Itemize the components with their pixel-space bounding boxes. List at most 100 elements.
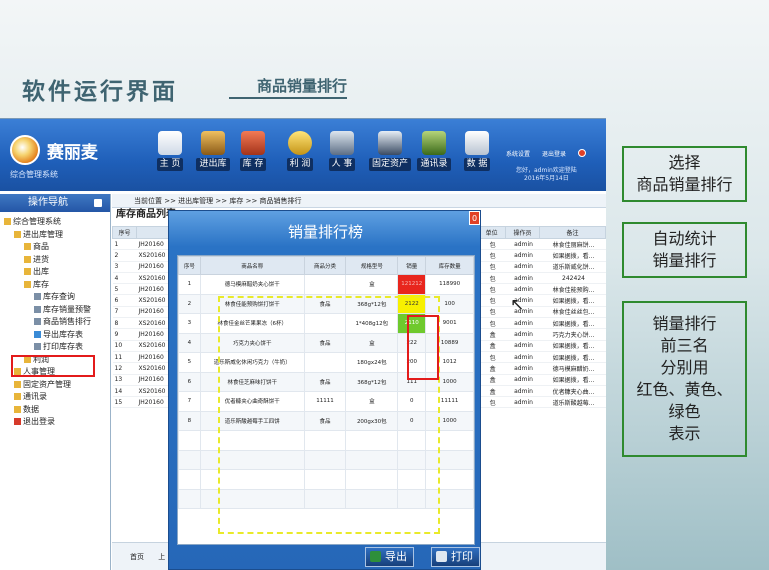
print-button[interactable]: 打印 (431, 547, 480, 567)
table-cell: admin (505, 351, 540, 364)
brand-logo-icon (10, 135, 40, 165)
tree-item[interactable]: 固定资产管理 (4, 379, 110, 392)
computer-icon (378, 131, 402, 155)
ranking-column-header[interactable]: 销量 (397, 256, 427, 275)
tree-item[interactable]: 库存 (4, 279, 110, 292)
breadcrumb: 当前位置 >> 进出库管理 >> 库存 >> 商品销售排行 (112, 194, 606, 208)
ranking-cell: 118990 (425, 274, 474, 295)
nav-label: 进出库 (196, 158, 230, 171)
column-header[interactable]: 序号 (112, 226, 137, 239)
tree-item-label: 退出登录 (23, 417, 55, 426)
export-button[interactable]: 导出 (365, 547, 414, 567)
export-icon (34, 330, 41, 338)
ranking-column-header[interactable]: 商品分类 (303, 256, 347, 275)
system-settings-link[interactable]: 系统设置 (506, 151, 530, 158)
doc-icon (34, 293, 41, 300)
home-icon (158, 131, 182, 155)
sales-cell: 121212 (397, 274, 427, 295)
folder-icon (14, 405, 21, 413)
printer-icon (436, 551, 447, 562)
folder-icon (24, 268, 31, 275)
nav-stock[interactable]: 库 存 (233, 131, 273, 183)
nav-label: 库 存 (239, 158, 267, 171)
breadcrumb-text: 当前位置 >> 进出库管理 >> 库存 >> 商品销售排行 (134, 197, 302, 205)
nav-hr[interactable]: 人 事 (322, 131, 362, 183)
callout-select-text: 选择 商品销量排行 (636, 153, 733, 194)
tree-item-label: 打印库存表 (43, 342, 83, 351)
column-header[interactable]: 备注 (539, 226, 606, 239)
folder-icon (24, 255, 31, 263)
sidebar-title: 操作导航 (28, 197, 68, 208)
ranking-cell (303, 274, 347, 295)
doc-icon (34, 318, 41, 325)
column-header[interactable]: 操作员 (505, 226, 541, 239)
ranking-column-header[interactable]: 序号 (178, 256, 201, 275)
tree-item[interactable]: 进出库管理 (4, 229, 110, 242)
table-cell: admin (505, 374, 540, 386)
tree-item-label: 库存销量预警 (43, 304, 91, 314)
tree-item[interactable]: 库存查询 (4, 291, 110, 304)
ranking-column-header[interactable]: 库存数量 (425, 256, 474, 275)
tree-item[interactable]: 进货 (4, 254, 110, 267)
ranking-cell: 6 (178, 371, 201, 392)
ranking-column-header[interactable]: 商品名称 (199, 256, 305, 275)
callout-auto: 自动统计 销量排行 (622, 222, 747, 278)
tree-item[interactable]: 数据 (4, 404, 110, 417)
tree-item[interactable]: 退出登录 (4, 416, 110, 429)
close-button[interactable]: 0 (469, 211, 480, 225)
tree-item[interactable]: 商品 (4, 241, 110, 254)
nav-profit[interactable]: 利 润 (280, 131, 320, 183)
nav-contacts[interactable]: 通讯录 (417, 131, 451, 183)
nav-data[interactable]: 数 据 (460, 131, 494, 183)
tree-item-label: 库存查询 (43, 292, 75, 301)
top-links: 系统设置 退出登录 (506, 149, 596, 158)
table-cell: admin (505, 283, 540, 296)
tree-item[interactable]: 打印库存表 (4, 341, 110, 354)
table-cell: admin (505, 249, 540, 262)
nav-label: 通讯录 (417, 158, 451, 171)
table-cell: 如果据拨，看... (539, 249, 606, 262)
ranking-cell: 盒 (345, 274, 399, 295)
tree-item-label: 库存 (33, 279, 49, 289)
table-cell: 优者糠夹心曲... (539, 385, 606, 398)
table-cell: 包 (477, 283, 506, 296)
table-cell: admin (505, 340, 540, 352)
tree-item[interactable]: 通讯录 (4, 391, 110, 404)
ranking-cell: 2 (178, 293, 201, 314)
logout-icon[interactable] (577, 149, 586, 157)
tree-item-label: 数据 (23, 404, 39, 414)
table-cell: 7 (112, 306, 137, 319)
table-cell: 道乐斯酸越莓... (539, 396, 606, 409)
prev-page-link[interactable]: 上 (158, 553, 165, 561)
logout-link[interactable]: 退出登录 (542, 151, 566, 158)
address-book-icon (422, 131, 446, 155)
tree-item-label: 综合管理系统 (13, 217, 61, 226)
tree-item[interactable]: 出库 (4, 266, 110, 279)
tree-item-label: 固定资产管理 (23, 379, 71, 389)
first-page-link[interactable]: 首页 (130, 553, 144, 561)
ranking-row[interactable]: 1 德马模麻醋奶夹心饼干 盒 121212 118990 (178, 274, 474, 295)
nav-label: 主 页 (156, 158, 184, 171)
nav-home[interactable]: 主 页 (150, 131, 190, 183)
nav-assets[interactable]: 固定资产 (368, 131, 412, 183)
table-cell: 道乐斯威化饼... (539, 261, 606, 273)
ranking-cell: 德马模麻醋奶夹心饼干 (199, 274, 305, 295)
table-cell: 包 (477, 294, 506, 307)
folder-icon (14, 393, 21, 400)
table-cell: 林食佳能预购... (539, 283, 606, 296)
nav-label: 人 事 (328, 158, 356, 171)
table-cell: 林食佳丝丝包... (539, 306, 606, 319)
pin-icon[interactable] (94, 199, 102, 207)
table-cell: 13 (112, 374, 137, 386)
tree-item-label: 通讯录 (23, 392, 47, 401)
tree-item[interactable]: 商品销售排行 (4, 316, 110, 329)
tree-item[interactable]: 库存销量预警 (4, 304, 110, 317)
folder-icon (24, 243, 31, 250)
tree-item-label: 商品 (33, 242, 49, 251)
tree-item[interactable]: 综合管理系统 (4, 216, 110, 229)
callout-colors-text: 销量排行 前三名 分别用 红色、黄色、 绿色 表示 (636, 314, 733, 443)
table-cell: 如果据拨，看... (539, 294, 606, 307)
ranking-column-header[interactable]: 规格型号 (345, 256, 399, 275)
nav-inout[interactable]: 进出库 (193, 131, 233, 183)
tree-item[interactable]: 导出库存表 (4, 329, 110, 342)
